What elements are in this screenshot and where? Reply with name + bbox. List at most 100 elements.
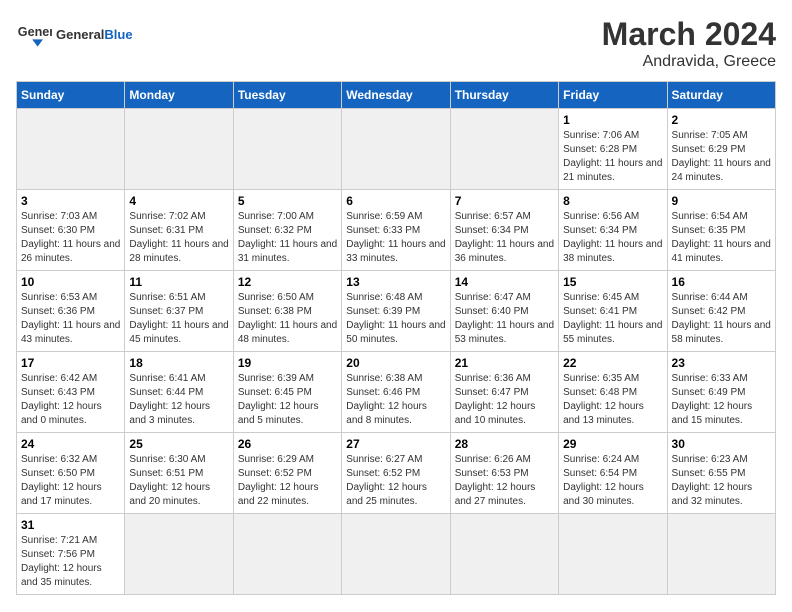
calendar-cell: 17 Sunrise: 6:42 AM Sunset: 6:43 PM Dayli… [17, 352, 125, 433]
weekday-header-saturday: Saturday [667, 82, 775, 109]
calendar-cell: 31 Sunrise: 7:21 AM Sunset: 7:56 PM Dayli… [17, 514, 125, 595]
day-number: 29 [563, 437, 662, 451]
calendar-cell: 13 Sunrise: 6:48 AM Sunset: 6:39 PM Dayli… [342, 271, 450, 352]
day-number: 31 [21, 518, 120, 532]
calendar-cell [667, 514, 775, 595]
logo-icon: General [16, 16, 52, 52]
day-number: 14 [455, 275, 554, 289]
day-number: 17 [21, 356, 120, 370]
calendar-cell: 7 Sunrise: 6:57 AM Sunset: 6:34 PM Daylig… [450, 190, 558, 271]
calendar-cell [233, 109, 341, 190]
day-info: Sunrise: 7:02 AM Sunset: 6:31 PM Dayligh… [129, 210, 228, 266]
week-row-3: 17 Sunrise: 6:42 AM Sunset: 6:43 PM Dayli… [17, 352, 776, 433]
day-info: Sunrise: 6:26 AM Sunset: 6:53 PM Dayligh… [455, 453, 554, 509]
calendar-title: March 2024 [602, 16, 776, 53]
day-number: 10 [21, 275, 120, 289]
day-number: 4 [129, 194, 228, 208]
day-info: Sunrise: 7:06 AM Sunset: 6:28 PM Dayligh… [563, 129, 662, 185]
calendar-cell: 4 Sunrise: 7:02 AM Sunset: 6:31 PM Daylig… [125, 190, 233, 271]
day-number: 23 [672, 356, 771, 370]
day-info: Sunrise: 6:48 AM Sunset: 6:39 PM Dayligh… [346, 291, 445, 347]
day-info: Sunrise: 6:54 AM Sunset: 6:35 PM Dayligh… [672, 210, 771, 266]
day-info: Sunrise: 6:59 AM Sunset: 6:33 PM Dayligh… [346, 210, 445, 266]
day-number: 25 [129, 437, 228, 451]
week-row-0: 1 Sunrise: 7:06 AM Sunset: 6:28 PM Daylig… [17, 109, 776, 190]
weekday-header-sunday: Sunday [17, 82, 125, 109]
calendar-cell [233, 514, 341, 595]
calendar-cell: 27Sunrise: 6:27 AM Sunset: 6:52 PM Dayli… [342, 433, 450, 514]
week-row-2: 10Sunrise: 6:53 AM Sunset: 6:36 PM Dayli… [17, 271, 776, 352]
day-info: Sunrise: 7:00 AM Sunset: 6:32 PM Dayligh… [238, 210, 337, 266]
day-info: Sunrise: 6:50 AM Sunset: 6:38 PM Dayligh… [238, 291, 337, 347]
day-info: Sunrise: 7:05 AM Sunset: 6:29 PM Dayligh… [672, 129, 771, 185]
calendar-cell: 26 Sunrise: 6:29 AM Sunset: 6:52 PM Dayli… [233, 433, 341, 514]
logo: General GeneralBlue [16, 16, 133, 52]
day-info: Sunrise: 6:47 AM Sunset: 6:40 PM Dayligh… [455, 291, 554, 347]
day-number: 11 [129, 275, 228, 289]
weekday-header-friday: Friday [559, 82, 667, 109]
day-number: 18 [129, 356, 228, 370]
day-info: Sunrise: 6:32 AM Sunset: 6:50 PM Dayligh… [21, 453, 120, 509]
day-number: 8 [563, 194, 662, 208]
calendar-cell: 22Sunrise: 6:35 AM Sunset: 6:48 PM Dayli… [559, 352, 667, 433]
calendar-cell: 5 Sunrise: 7:00 AM Sunset: 6:32 PM Daylig… [233, 190, 341, 271]
calendar-cell: 29 Sunrise: 6:24 AM Sunset: 6:54 PM Dayli… [559, 433, 667, 514]
title-area: March 2024 Andravida, Greece [602, 16, 776, 71]
calendar-cell: 18 Sunrise: 6:41 AM Sunset: 6:44 PM Dayli… [125, 352, 233, 433]
day-info: Sunrise: 7:03 AM Sunset: 6:30 PM Dayligh… [21, 210, 120, 266]
day-info: Sunrise: 6:29 AM Sunset: 6:52 PM Dayligh… [238, 453, 337, 509]
day-info: Sunrise: 6:45 AM Sunset: 6:41 PM Dayligh… [563, 291, 662, 347]
header: General GeneralBlue March 2024 Andravida… [16, 16, 776, 71]
day-number: 13 [346, 275, 445, 289]
day-number: 15 [563, 275, 662, 289]
day-info: Sunrise: 6:41 AM Sunset: 6:44 PM Dayligh… [129, 372, 228, 428]
day-info: Sunrise: 7:21 AM Sunset: 7:56 PM Dayligh… [21, 534, 120, 590]
day-number: 6 [346, 194, 445, 208]
day-number: 7 [455, 194, 554, 208]
weekday-header-monday: Monday [125, 82, 233, 109]
calendar-cell [450, 109, 558, 190]
calendar-cell: 15 Sunrise: 6:45 AM Sunset: 6:41 PM Dayli… [559, 271, 667, 352]
calendar-cell: 19 Sunrise: 6:39 AM Sunset: 6:45 PM Dayli… [233, 352, 341, 433]
day-number: 28 [455, 437, 554, 451]
calendar-cell [125, 514, 233, 595]
week-row-1: 3Sunrise: 7:03 AM Sunset: 6:30 PM Daylig… [17, 190, 776, 271]
calendar-cell: 1 Sunrise: 7:06 AM Sunset: 6:28 PM Daylig… [559, 109, 667, 190]
day-number: 2 [672, 113, 771, 127]
calendar-cell: 28 Sunrise: 6:26 AM Sunset: 6:53 PM Dayli… [450, 433, 558, 514]
calendar-cell: 20Sunrise: 6:38 AM Sunset: 6:46 PM Dayli… [342, 352, 450, 433]
day-info: Sunrise: 6:24 AM Sunset: 6:54 PM Dayligh… [563, 453, 662, 509]
calendar-cell [559, 514, 667, 595]
week-row-5: 31 Sunrise: 7:21 AM Sunset: 7:56 PM Dayli… [17, 514, 776, 595]
day-info: Sunrise: 6:57 AM Sunset: 6:34 PM Dayligh… [455, 210, 554, 266]
calendar-cell: 10Sunrise: 6:53 AM Sunset: 6:36 PM Dayli… [17, 271, 125, 352]
day-info: Sunrise: 6:33 AM Sunset: 6:49 PM Dayligh… [672, 372, 771, 428]
day-info: Sunrise: 6:56 AM Sunset: 6:34 PM Dayligh… [563, 210, 662, 266]
calendar-table: SundayMondayTuesdayWednesdayThursdayFrid… [16, 81, 776, 595]
calendar-cell [342, 109, 450, 190]
week-row-4: 24 Sunrise: 6:32 AM Sunset: 6:50 PM Dayli… [17, 433, 776, 514]
svg-text:General: General [18, 25, 52, 39]
calendar-cell [450, 514, 558, 595]
day-number: 12 [238, 275, 337, 289]
day-number: 26 [238, 437, 337, 451]
day-number: 1 [563, 113, 662, 127]
day-number: 22 [563, 356, 662, 370]
calendar-cell: 16 Sunrise: 6:44 AM Sunset: 6:42 PM Dayli… [667, 271, 775, 352]
day-info: Sunrise: 6:39 AM Sunset: 6:45 PM Dayligh… [238, 372, 337, 428]
day-info: Sunrise: 6:44 AM Sunset: 6:42 PM Dayligh… [672, 291, 771, 347]
day-number: 24 [21, 437, 120, 451]
day-number: 27 [346, 437, 445, 451]
day-number: 5 [238, 194, 337, 208]
calendar-cell: 3Sunrise: 7:03 AM Sunset: 6:30 PM Daylig… [17, 190, 125, 271]
day-info: Sunrise: 6:23 AM Sunset: 6:55 PM Dayligh… [672, 453, 771, 509]
calendar-cell: 23 Sunrise: 6:33 AM Sunset: 6:49 PM Dayli… [667, 352, 775, 433]
day-number: 16 [672, 275, 771, 289]
calendar-cell: 8 Sunrise: 6:56 AM Sunset: 6:34 PM Daylig… [559, 190, 667, 271]
day-number: 19 [238, 356, 337, 370]
day-info: Sunrise: 6:51 AM Sunset: 6:37 PM Dayligh… [129, 291, 228, 347]
day-number: 21 [455, 356, 554, 370]
calendar-cell: 24 Sunrise: 6:32 AM Sunset: 6:50 PM Dayli… [17, 433, 125, 514]
day-info: Sunrise: 6:42 AM Sunset: 6:43 PM Dayligh… [21, 372, 120, 428]
calendar-cell: 2 Sunrise: 7:05 AM Sunset: 6:29 PM Daylig… [667, 109, 775, 190]
